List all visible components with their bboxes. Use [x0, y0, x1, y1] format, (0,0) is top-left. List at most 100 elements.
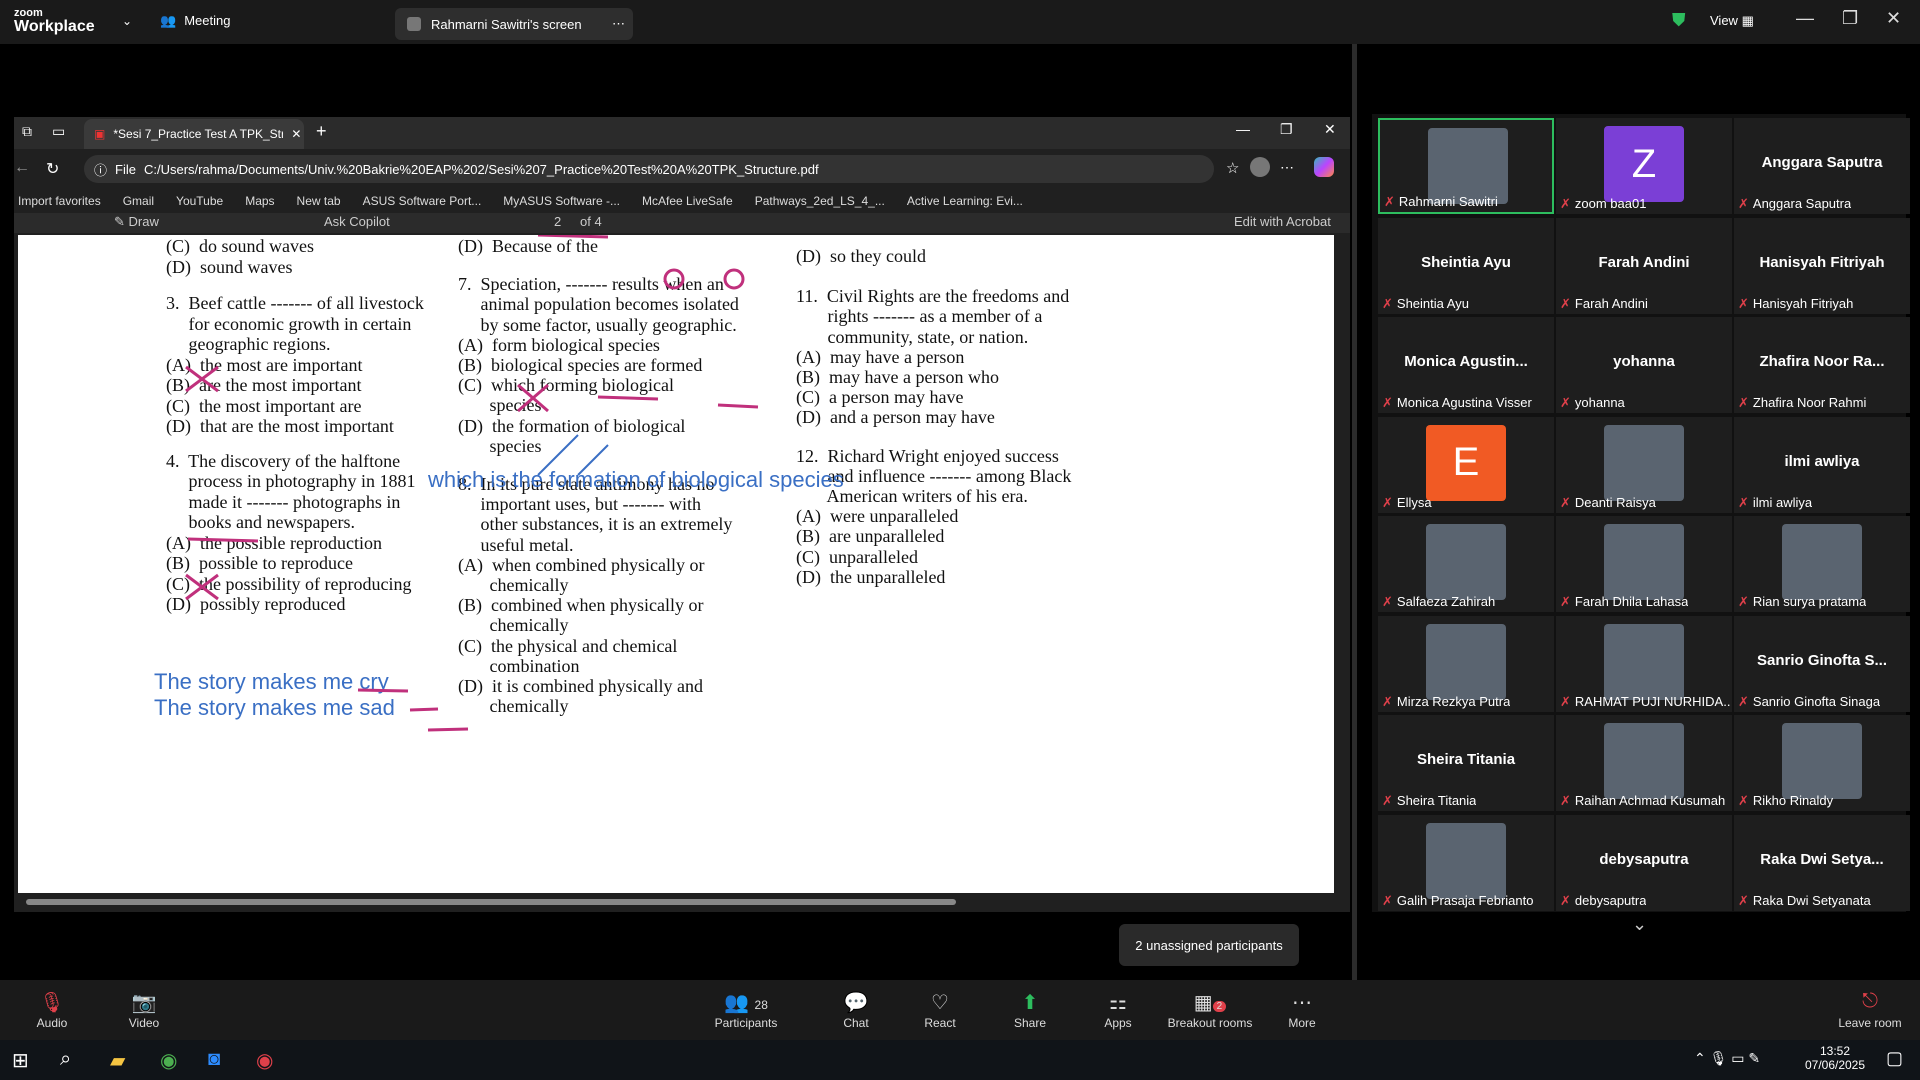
close-icon[interactable]: ✕ — [1324, 121, 1336, 138]
participant-tile[interactable]: Farah Andini ✗ Farah Andini — [1556, 217, 1732, 314]
search-icon[interactable]: ⌕ — [60, 1048, 71, 1071]
participant-tile[interactable]: Sheira Titania ✗ Sheira Titania — [1378, 715, 1554, 811]
windows-start-icon[interactable]: ⊞ — [12, 1048, 29, 1073]
participant-tile[interactable]: E ✗ Ellysa — [1378, 416, 1554, 513]
address-bar[interactable]: ⓘ File C:/Users/rahma/Documents/Univ.%20Ba… — [84, 155, 1214, 183]
participant-tile[interactable]: Anggara Saputra ✗ Anggara Saputra — [1734, 118, 1910, 214]
mic-muted-icon: ✗ — [1560, 196, 1571, 211]
participant-tile[interactable]: Monica Agustin... ✗ Monica Agustina Visser — [1378, 317, 1554, 413]
draw-button[interactable]: ✎ Draw — [114, 214, 159, 230]
restore-icon[interactable]: ❐ — [1842, 8, 1858, 29]
favorite-item[interactable]: Maps — [245, 194, 274, 208]
close-icon[interactable]: ✕ — [1886, 8, 1901, 29]
chat-button[interactable]: 💬 Chat — [816, 990, 896, 1030]
participant-tile[interactable]: Z ✗ zoom baa01 — [1556, 118, 1732, 214]
participant-tile[interactable]: ✗ Rahmarni Sawitri — [1378, 118, 1554, 214]
participant-tile[interactable]: ✗ Rian surya pratama — [1734, 516, 1910, 612]
participant-tile[interactable]: ✗ Deanti Raisya — [1556, 416, 1732, 513]
apps-button[interactable]: ⚏ Apps — [1078, 990, 1158, 1030]
tray-icons[interactable]: ⌃ 🎙 ▭ ✎ — [1694, 1050, 1760, 1067]
edit-with-acrobat-button[interactable]: Edit with Acrobat — [1234, 214, 1331, 229]
more-button[interactable]: ⋯ More — [1262, 990, 1342, 1030]
workspaces-icon[interactable]: ⧉ — [22, 123, 32, 140]
profile-avatar[interactable] — [1250, 157, 1270, 177]
pdf-toolbar: ✎ Draw Ask Copilot 2 of 4 Edit with Acro… — [14, 213, 1350, 233]
participants-button[interactable]: 👥 28 Participants — [706, 990, 786, 1030]
participant-tile[interactable]: yohanna ✗ yohanna — [1556, 317, 1732, 413]
unassigned-participants-toast[interactable]: 2 unassigned participants — [1119, 924, 1299, 966]
mic-muted-icon: ✗ — [1382, 892, 1393, 908]
participant-tile[interactable]: ilmi awliya ✗ ilmi awliya — [1734, 416, 1910, 513]
view-button[interactable]: View ▦ — [1710, 13, 1754, 29]
chevron-down-icon[interactable]: ⌄ — [122, 14, 132, 28]
react-button[interactable]: ♡ React — [900, 990, 980, 1030]
restore-icon[interactable]: ❐ — [1280, 121, 1293, 138]
tab-bar: ⧉ ▭ ▣ *Sesi 7_Practice Test A TPK_Struct ✕… — [14, 117, 1350, 149]
participant-tile[interactable]: ✗ Farah Dhila Lahasa — [1556, 516, 1732, 612]
tab-pdf[interactable]: ▣ *Sesi 7_Practice Test A TPK_Struct ✕ — [84, 119, 304, 149]
leave-icon: ⎋ — [1862, 990, 1878, 1012]
audio-button[interactable]: 🎙 Audio — [12, 990, 92, 1030]
scroll-thumb[interactable] — [26, 899, 956, 905]
participant-tile[interactable]: Hanisyah Fitriyah ✗ Hanisyah Fitriyah — [1734, 217, 1910, 314]
participant-display-name: Raka Dwi Setya... — [1760, 850, 1884, 868]
participant-tile[interactable]: Raka Dwi Setya... ✗ Raka Dwi Setyanata — [1734, 814, 1910, 911]
participant-display-name: debysaputra — [1599, 850, 1689, 868]
favorites-icon[interactable]: ☆ — [1226, 159, 1239, 177]
participant-name: ✗ RAHMAT PUJI NURHIDA... — [1560, 693, 1730, 709]
mic-muted-icon: ✗ — [1738, 196, 1749, 211]
participant-name: ✗ Ellysa — [1382, 494, 1432, 510]
participant-tile[interactable]: Sheintia Ayu ✗ Sheintia Ayu — [1378, 217, 1554, 314]
participant-tile[interactable]: ✗ Mirza Rezkya Putra — [1378, 615, 1554, 712]
refresh-icon[interactable]: ↻ — [46, 159, 59, 179]
participant-tile[interactable]: ✗ Galih Prasaja Febrianto — [1378, 814, 1554, 911]
close-tab-icon[interactable]: ✕ — [291, 127, 301, 141]
participant-tile[interactable]: Sanrio Ginofta S... ✗ Sanrio Ginofta Sinag… — [1734, 615, 1910, 712]
participant-tile[interactable]: ✗ Raihan Achmad Kusumah — [1556, 715, 1732, 811]
video-button[interactable]: 📷 Video — [104, 990, 184, 1030]
menu-icon[interactable]: ⋯ — [1280, 159, 1294, 176]
participant-tile[interactable]: ✗ Salfaeza Zahirah — [1378, 516, 1554, 612]
participant-display-name: Zhafira Noor Ra... — [1759, 353, 1885, 370]
share-button[interactable]: ⬆ Share — [990, 990, 1070, 1030]
chrome-icon[interactable]: ◉ — [160, 1048, 177, 1073]
favorite-item[interactable]: MyASUS Software -... — [503, 194, 620, 208]
notifications-icon[interactable]: ▢ — [1886, 1048, 1903, 1069]
more-icon[interactable]: ⋯ — [612, 16, 625, 32]
minimize-icon[interactable]: — — [1236, 121, 1250, 137]
back-icon[interactable]: ← — [14, 159, 30, 177]
shared-screen-pill[interactable]: Rahmarni Sawitri's screen ⋯ — [395, 8, 633, 40]
minimize-icon[interactable]: — — [1796, 8, 1814, 29]
tab-actions-icon[interactable]: ▭ — [52, 123, 65, 140]
zoom-icon[interactable]: ◙ — [208, 1048, 220, 1071]
new-tab-icon[interactable]: + — [316, 121, 327, 142]
ask-copilot-button[interactable]: Ask Copilot — [324, 214, 390, 229]
participant-tile[interactable]: debysaputra ✗ debysaputra — [1556, 814, 1732, 911]
favorite-item[interactable]: Active Learning: Evi... — [907, 194, 1023, 208]
mic-muted-icon: ✗ — [1560, 892, 1571, 908]
favorite-item[interactable]: Import favorites — [18, 194, 101, 208]
page-number-input[interactable]: 2 — [554, 214, 561, 229]
leave-room-button[interactable]: ⎋ Leave room — [1830, 990, 1910, 1030]
splitter[interactable] — [1352, 44, 1357, 980]
clock[interactable]: 13:52 07/06/2025 — [1800, 1044, 1870, 1072]
favorite-item[interactable]: ASUS Software Port... — [363, 194, 482, 208]
participant-tile[interactable]: ✗ RAHMAT PUJI NURHIDA... — [1556, 615, 1732, 712]
chevron-down-icon[interactable]: ⌄ — [1632, 914, 1647, 935]
mic-muted-icon: ✗ — [1560, 693, 1571, 709]
favorite-item[interactable]: YouTube — [176, 194, 223, 208]
horizontal-scrollbar[interactable] — [14, 895, 1344, 909]
participant-tile[interactable]: Zhafira Noor Ra... ✗ Zhafira Noor Rahmi — [1734, 317, 1910, 413]
participant-tile[interactable]: ✗ Rikho Rinaldy — [1734, 715, 1910, 811]
file-explorer-icon[interactable]: ▰ — [110, 1048, 125, 1073]
breakout-rooms-button[interactable]: ▦ 2 Breakout rooms — [1160, 990, 1260, 1030]
copilot-icon[interactable] — [1314, 157, 1334, 177]
info-icon: ⓘ — [94, 162, 108, 178]
mic-muted-icon: ✗ — [1738, 693, 1749, 709]
favorite-item[interactable]: Pathways_2ed_LS_4_... — [755, 194, 885, 208]
favorite-item[interactable]: McAfee LiveSafe — [642, 194, 733, 208]
favorite-item[interactable]: Gmail — [123, 194, 154, 208]
chrome-icon[interactable]: ◉ — [256, 1048, 273, 1073]
favorite-item[interactable]: New tab — [297, 194, 341, 208]
meeting-menu[interactable]: 👥 Meeting — [160, 13, 230, 29]
